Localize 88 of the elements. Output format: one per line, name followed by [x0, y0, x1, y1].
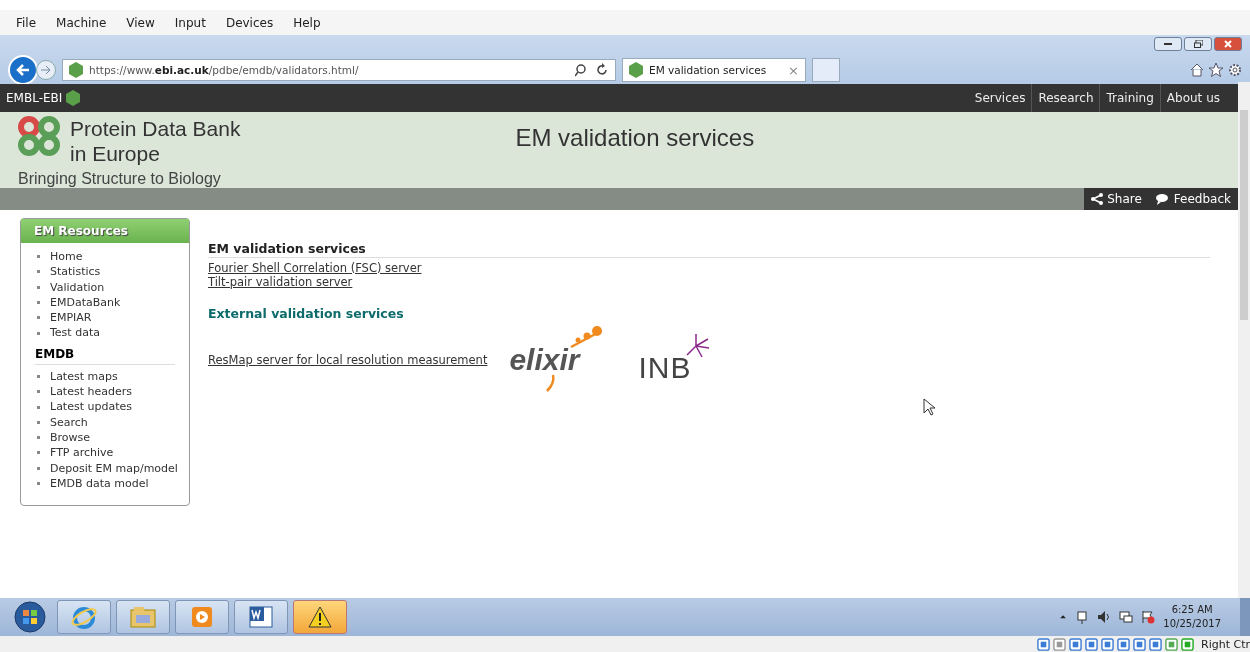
status-icon: [1037, 637, 1050, 651]
section-heading: External validation services: [208, 306, 405, 322]
menu-item[interactable]: View: [126, 15, 155, 30]
host-key-label: Right Ctr: [1201, 637, 1250, 651]
speech-bubble-icon: [1155, 193, 1170, 205]
cursor-icon: [923, 398, 935, 416]
folder-icon: [130, 606, 156, 628]
site-icon: [629, 62, 643, 78]
close-icon: [1224, 40, 1232, 48]
star-icon[interactable]: [1209, 63, 1223, 77]
media-player-icon: [191, 606, 213, 628]
service-link[interactable]: Tilt-pair validation server: [208, 275, 353, 289]
refresh-icon[interactable]: [595, 63, 609, 77]
sidebar-link[interactable]: EMDataBank: [31, 294, 179, 311]
logo-icon: [18, 116, 62, 156]
menu-item[interactable]: Devices: [225, 15, 274, 30]
sidebar-link[interactable]: Statistics: [31, 264, 179, 280]
sidebar-link[interactable]: EMPIAR: [31, 310, 179, 326]
status-icon: [1133, 637, 1146, 651]
network-icon[interactable]: [1119, 610, 1134, 624]
speaker-icon[interactable]: [1097, 610, 1112, 624]
document-icon: [248, 605, 274, 629]
home-icon[interactable]: [1190, 63, 1204, 77]
status-icon: [1165, 637, 1178, 651]
scrollbar-thumb[interactable]: [1240, 110, 1248, 320]
service-link[interactable]: ResMap server for local resolution measurement: [208, 353, 488, 367]
sidebar-link[interactable]: EMDB data model: [31, 475, 179, 492]
menu-item[interactable]: Help: [293, 15, 321, 30]
taskbar-button[interactable]: [293, 600, 347, 634]
clock[interactable]: 6:25 AM 10/25/2017: [1163, 603, 1221, 631]
menu-item[interactable]: File: [16, 15, 37, 30]
warning-icon: [308, 606, 332, 628]
section-heading: EMDB: [35, 344, 175, 365]
menu-item[interactable]: Machine: [56, 15, 107, 30]
sidebar-link[interactable]: Latest maps: [31, 368, 179, 385]
inb-logo: INB: [638, 335, 714, 385]
restore-button[interactable]: [1184, 37, 1212, 51]
site-icon: [69, 62, 83, 78]
sidebar-link[interactable]: Validation: [31, 279, 179, 295]
menu-item[interactable]: Input: [174, 15, 206, 30]
elixir-logo: elixir: [509, 325, 605, 395]
status-icon: [1069, 637, 1082, 651]
plug-icon[interactable]: [1075, 610, 1090, 624]
nav-link[interactable]: Services: [968, 84, 1032, 112]
page-title: EM validation services: [515, 124, 755, 152]
address-field[interactable]: https://www.ebi.ac.uk/pdbe/emdb/validators.html/: [62, 59, 616, 81]
site-title: Protein Data Bank in Europe: [70, 116, 241, 166]
sidebar-link[interactable]: Browse: [31, 429, 179, 446]
taskbar-button[interactable]: [57, 600, 111, 634]
share-icon: [1091, 193, 1104, 205]
close-button[interactable]: [1214, 37, 1242, 51]
restore-icon: [1193, 40, 1203, 48]
sidebar-title: EM Resources: [21, 219, 189, 243]
tab-close[interactable]: ×: [788, 62, 799, 78]
arrow-right-icon: [40, 65, 52, 75]
taskbar-button[interactable]: [234, 600, 288, 634]
sidebar-link[interactable]: Test data: [31, 325, 179, 341]
section-heading: EM validation services: [208, 241, 1210, 258]
browser-tab[interactable]: EM validation services ×: [622, 58, 806, 82]
service-link[interactable]: Fourier Shell Correlation (FSC) server: [208, 261, 422, 275]
sidebar-link[interactable]: Search: [31, 414, 179, 430]
minimize-button[interactable]: [1154, 37, 1182, 51]
status-icon: [1149, 637, 1162, 651]
arrow-left-icon: [15, 63, 31, 77]
sidebar-link[interactable]: Deposit EM map/model: [31, 460, 179, 476]
status-icon: [1117, 637, 1130, 651]
logo-icon: [66, 90, 81, 106]
taskbar-button[interactable]: [175, 600, 229, 634]
back-button[interactable]: [8, 55, 38, 85]
status-icon: [1181, 637, 1194, 651]
tagline: Bringing Structure to Biology: [18, 170, 222, 188]
caret-icon[interactable]: [1059, 613, 1068, 621]
browser-icon: [71, 604, 97, 630]
sidebar-link[interactable]: FTP archive: [31, 445, 179, 461]
sidebar-link[interactable]: Home: [31, 249, 179, 265]
search-icon[interactable]: [575, 63, 589, 77]
flag-icon[interactable]: [1141, 610, 1156, 624]
status-icon: [1101, 637, 1114, 651]
status-icon: [1085, 637, 1098, 651]
minimize-icon: [1164, 42, 1172, 46]
share-button[interactable]: Share: [1084, 188, 1149, 210]
brand-name[interactable]: EMBL-EBI: [6, 91, 63, 105]
settings-icon[interactable]: [1228, 63, 1242, 77]
feedback-button[interactable]: Feedback: [1148, 188, 1238, 210]
status-icon: [1053, 637, 1066, 651]
windows-logo-icon: [14, 601, 46, 633]
sidebar-link[interactable]: Latest updates: [31, 399, 179, 415]
sidebar-link[interactable]: Latest headers: [31, 384, 179, 400]
